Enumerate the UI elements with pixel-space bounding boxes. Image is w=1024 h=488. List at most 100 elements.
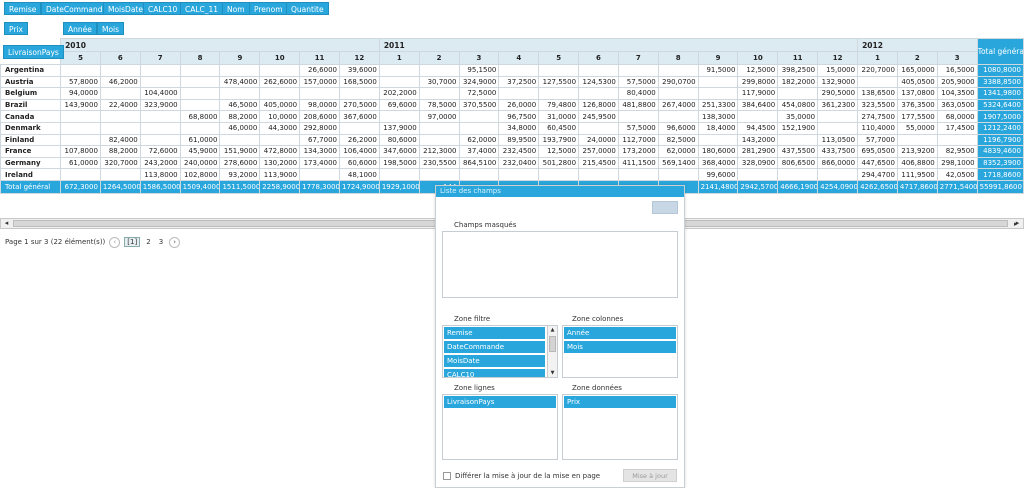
month-header[interactable]: 2 <box>418 51 460 65</box>
month-header[interactable]: 8 <box>179 51 221 65</box>
month-header[interactable]: 3 <box>458 51 500 65</box>
grand-total-cell[interactable]: 4254,0900 <box>817 179 859 194</box>
data-cell[interactable] <box>99 64 141 77</box>
data-cell[interactable]: 24,0000 <box>578 133 619 147</box>
filter-field-remise[interactable]: Remise <box>4 2 42 15</box>
data-cell[interactable] <box>60 121 101 135</box>
filter-zone-item-datecommande[interactable]: DateCommande <box>444 341 545 353</box>
filter-field-calc10[interactable]: CALC10 <box>143 2 183 15</box>
data-cell[interactable] <box>896 133 938 147</box>
data-cell[interactable] <box>458 110 500 123</box>
data-cell[interactable]: 173,2000 <box>617 145 659 158</box>
month-header[interactable]: 12 <box>338 51 380 65</box>
data-cell[interactable] <box>338 87 380 100</box>
data-cell[interactable] <box>817 110 859 123</box>
month-header[interactable]: 6 <box>99 51 141 65</box>
month-header[interactable]: 1 <box>857 51 898 65</box>
data-cell[interactable]: 111,9500 <box>896 168 938 181</box>
month-header[interactable]: 7 <box>617 51 659 65</box>
data-cell[interactable]: 180,6000 <box>697 145 739 158</box>
data-cell[interactable]: 99,6000 <box>697 168 739 181</box>
data-cell[interactable] <box>139 133 181 147</box>
data-cell[interactable]: 151,9000 <box>219 145 261 158</box>
data-cell[interactable] <box>817 168 859 181</box>
data-cell[interactable] <box>617 110 659 123</box>
data-cell[interactable]: 26,0000 <box>498 98 540 112</box>
grand-total-overall[interactable]: 55991,8600 <box>976 179 1024 194</box>
data-cell[interactable]: 278,6000 <box>219 156 261 170</box>
data-cell[interactable] <box>60 168 101 181</box>
data-cell[interactable]: 323,5500 <box>857 98 898 112</box>
scroll-down-icon[interactable]: ▼ <box>548 369 557 377</box>
data-cell[interactable] <box>737 110 779 123</box>
data-cell[interactable]: 45,9000 <box>179 145 221 158</box>
data-cell[interactable]: 866,0000 <box>817 156 859 170</box>
data-cell[interactable]: 143,9000 <box>60 98 101 112</box>
data-cell[interactable]: 26,2000 <box>338 133 380 147</box>
filter-zone-item-remise[interactable]: Remise <box>444 327 545 339</box>
data-cell[interactable]: 95,1500 <box>458 64 500 77</box>
data-cell[interactable]: 10,0000 <box>259 110 301 123</box>
data-cell[interactable]: 274,7500 <box>857 110 898 123</box>
next-page-icon[interactable]: › <box>169 236 181 248</box>
data-cell[interactable] <box>578 121 619 135</box>
data-cell[interactable]: 82,4000 <box>99 133 141 147</box>
data-cell[interactable] <box>259 133 301 147</box>
row-label[interactable]: Brazil <box>0 98 62 112</box>
data-cell[interactable] <box>60 133 101 147</box>
data-cell[interactable] <box>219 87 261 100</box>
data-cell[interactable] <box>139 110 181 123</box>
prev-page-icon[interactable]: ‹ <box>109 236 121 248</box>
data-cell[interactable] <box>777 133 819 147</box>
data-cell[interactable]: 107,8000 <box>60 145 101 158</box>
data-cell[interactable]: 104,3500 <box>936 87 978 100</box>
grand-total-cell[interactable]: 4666,1900 <box>777 179 819 194</box>
data-cell[interactable]: 60,6000 <box>338 156 380 170</box>
data-cell[interactable]: 110,4000 <box>857 121 898 135</box>
data-cell[interactable] <box>578 64 619 77</box>
data-cell[interactable]: 93,2000 <box>219 168 261 181</box>
data-cell[interactable] <box>139 75 181 89</box>
row-total-cell[interactable]: 5324,6400 <box>976 98 1024 112</box>
filter-field-datecommande[interactable]: DateCommande <box>41 2 113 15</box>
data-cell[interactable]: 405,0500 <box>896 75 938 89</box>
data-cell[interactable] <box>458 121 500 135</box>
data-cell[interactable] <box>378 110 420 123</box>
data-cell[interactable]: 113,8000 <box>139 168 181 181</box>
data-cell[interactable]: 17,4500 <box>936 121 978 135</box>
data-cell[interactable] <box>179 121 221 135</box>
data-cell[interactable]: 232,0400 <box>498 156 540 170</box>
data-cell[interactable]: 138,3000 <box>697 110 739 123</box>
data-cell[interactable] <box>458 168 500 181</box>
data-cell[interactable]: 290,5000 <box>817 87 859 100</box>
data-cell[interactable]: 42,0500 <box>936 168 978 181</box>
data-cell[interactable]: 501,2800 <box>538 156 580 170</box>
data-cell[interactable]: 104,4000 <box>139 87 181 100</box>
defer-update-checkbox[interactable] <box>443 472 451 480</box>
grand-total-cell[interactable]: 1511,5000 <box>219 179 261 194</box>
month-header[interactable]: 2 <box>896 51 938 65</box>
data-cell[interactable]: 324,9000 <box>458 75 500 89</box>
data-cell[interactable] <box>578 87 619 100</box>
data-cell[interactable]: 78,5000 <box>418 98 460 112</box>
data-cell[interactable]: 245,9500 <box>578 110 619 123</box>
month-header[interactable]: 11 <box>299 51 340 65</box>
columns-zone-item-mois[interactable]: Mois <box>564 341 676 353</box>
data-cell[interactable]: 208,6000 <box>299 110 340 123</box>
data-cell[interactable]: 12,5000 <box>737 64 779 77</box>
data-cell[interactable]: 127,5500 <box>538 75 580 89</box>
data-cell[interactable]: 72,5000 <box>458 87 500 100</box>
data-cell[interactable]: 57,7000 <box>857 133 898 147</box>
data-cell[interactable] <box>60 64 101 77</box>
data-cell[interactable]: 405,0000 <box>259 98 301 112</box>
data-cell[interactable]: 157,0000 <box>299 75 340 89</box>
data-cell[interactable]: 411,1500 <box>617 156 659 170</box>
data-cell[interactable]: 240,0000 <box>179 156 221 170</box>
data-cell[interactable] <box>657 87 699 100</box>
year-header[interactable]: 2010 <box>60 38 380 52</box>
data-cell[interactable] <box>219 133 261 147</box>
data-cell[interactable] <box>777 87 819 100</box>
row-total-cell[interactable]: 4839,4600 <box>976 145 1024 158</box>
grand-total-cell[interactable]: 4717,8600 <box>896 179 938 194</box>
data-cell[interactable] <box>697 133 739 147</box>
